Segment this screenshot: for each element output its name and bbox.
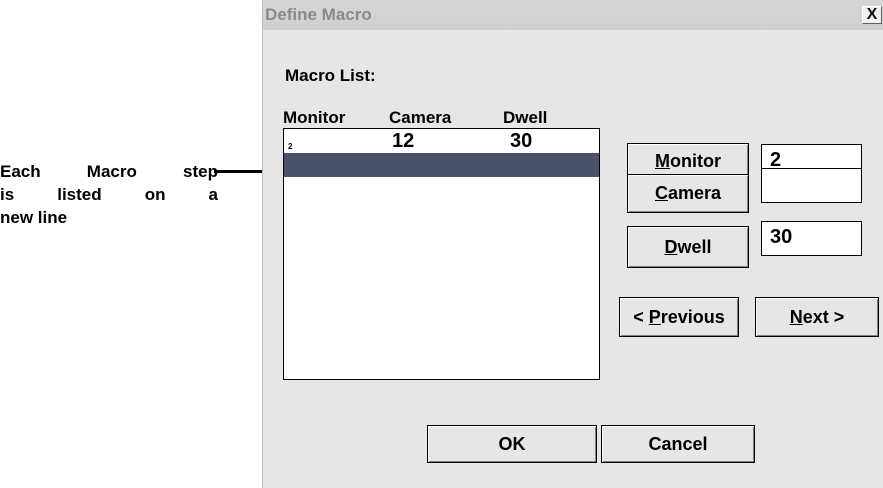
callout-word: Macro (86, 162, 137, 181)
previous-prefix: < (633, 307, 649, 327)
callout-line-2: is listed on a (0, 183, 218, 206)
dwell-button-label: well (677, 237, 712, 257)
close-icon: X (866, 6, 878, 23)
column-header-camera: Camera (389, 108, 452, 127)
callout-word: step (183, 162, 218, 181)
camera-mnemonic: C (654, 183, 668, 203)
cell-dwell: 30 (510, 130, 533, 152)
callout-line-3: new line (0, 208, 68, 227)
next-mnemonic: N (789, 307, 803, 327)
next-button-label: ext > (802, 307, 845, 327)
cell-camera: 12 (392, 130, 415, 152)
previous-button[interactable]: < Previous (619, 297, 739, 337)
next-button[interactable]: Next > (755, 297, 879, 337)
title-bar: Define Macro X (263, 0, 883, 30)
monitor-button-label: onitor (670, 151, 721, 171)
callout-word: Each (0, 162, 41, 181)
cell-monitor: 2 (288, 142, 293, 151)
column-header-dwell: Dwell (503, 108, 548, 127)
callout-word: a (208, 185, 218, 204)
camera-field[interactable] (761, 168, 862, 203)
dwell-button[interactable]: Dwell (627, 226, 749, 268)
close-button[interactable]: X (862, 6, 882, 24)
dwell-mnemonic: D (664, 237, 678, 257)
dialog-title: Define Macro (265, 5, 372, 24)
cancel-button[interactable]: Cancel (601, 425, 755, 463)
list-item[interactable]: 2 12 30 (284, 129, 599, 153)
ok-button[interactable]: OK (427, 425, 597, 463)
list-item-selected[interactable] (284, 153, 599, 177)
annotation-callout: Each Macro step is listed on a new line (0, 160, 218, 229)
callout-word: on (144, 185, 166, 204)
column-header-monitor: Monitor (283, 108, 346, 127)
define-macro-dialog: Define Macro X Macro List: Monitor Camer… (262, 0, 883, 488)
previous-button-label: revious (660, 307, 725, 327)
macro-list[interactable]: 2 12 30 (283, 128, 600, 380)
ok-button-label: OK (498, 434, 526, 454)
callout-word: listed (57, 185, 102, 204)
camera-button[interactable]: Camera (627, 174, 749, 213)
previous-mnemonic: P (648, 307, 661, 327)
cancel-button-label: Cancel (648, 434, 708, 454)
dwell-field-value: 30 (770, 226, 793, 248)
monitor-mnemonic: M (655, 151, 670, 171)
dwell-field[interactable]: 30 (761, 221, 862, 256)
callout-line-1: Each Macro step (0, 160, 218, 183)
macro-list-label: Macro List: (285, 66, 376, 85)
callout-word: is (0, 185, 15, 204)
camera-button-label: amera (667, 183, 722, 203)
